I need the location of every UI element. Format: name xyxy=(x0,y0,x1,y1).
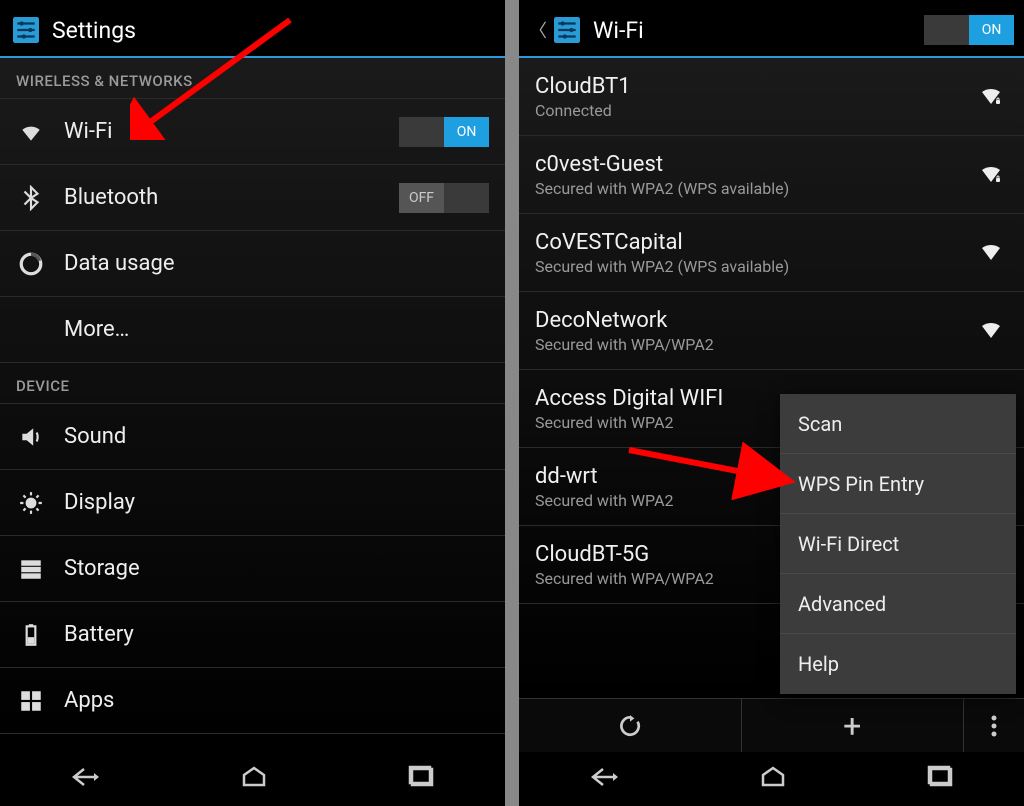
overflow-popup-menu: Scan WPS Pin Entry Wi-Fi Direct Advanced… xyxy=(780,394,1016,694)
bluetooth-toggle[interactable]: OFF xyxy=(399,183,489,213)
wifi-network-row[interactable]: CoVESTCapital Secured with WPA2 (WPS avai… xyxy=(519,214,1024,292)
wifi-ssid: dd-wrt xyxy=(535,464,598,489)
wifi-signal-icon xyxy=(978,162,1004,188)
wifi-title: Wi-Fi xyxy=(593,17,924,44)
settings-title: Settings xyxy=(52,17,495,44)
row-data-usage[interactable]: Data usage xyxy=(0,231,505,297)
nav-bar xyxy=(519,752,1024,806)
wifi-signal-icon xyxy=(978,84,1004,110)
wifi-status: Secured with WPA/WPA2 xyxy=(535,335,714,354)
battery-icon xyxy=(16,620,46,650)
nav-recent-button[interactable] xyxy=(927,765,955,793)
row-sound-label: Sound xyxy=(64,424,489,449)
nav-home-button[interactable] xyxy=(758,765,788,793)
wifi-status: Secured with WPA2 xyxy=(535,491,674,510)
data-usage-icon xyxy=(16,249,46,279)
menu-help[interactable]: Help xyxy=(780,634,1016,694)
bluetooth-icon xyxy=(16,183,46,213)
settings-screen: Settings Wireless & Networks Wi-Fi ON Bl… xyxy=(0,0,505,806)
apps-icon xyxy=(16,686,46,716)
wifi-status: Secured with WPA2 (WPS available) xyxy=(535,179,789,198)
wifi-ssid: DecoNetwork xyxy=(535,308,667,333)
settings-header: Settings xyxy=(0,4,505,58)
row-more-label: More… xyxy=(64,317,489,342)
nav-back-button[interactable] xyxy=(70,765,100,793)
row-sound[interactable]: Sound xyxy=(0,404,505,470)
wifi-icon xyxy=(16,117,46,147)
menu-wifi-direct[interactable]: Wi-Fi Direct xyxy=(780,514,1016,574)
display-icon xyxy=(16,488,46,518)
wifi-network-row[interactable]: DecoNetwork Secured with WPA/WPA2 xyxy=(519,292,1024,370)
row-apps[interactable]: Apps xyxy=(0,668,505,734)
wifi-screen: 〈 Wi-Fi ON CloudBT1 Connected c0vest-Guest… xyxy=(519,0,1024,806)
nav-recent-button[interactable] xyxy=(408,765,436,793)
wifi-toggle-label: ON xyxy=(444,117,489,147)
wifi-signal-icon xyxy=(978,240,1004,266)
overflow-menu-button[interactable] xyxy=(964,699,1024,752)
menu-advanced[interactable]: Advanced xyxy=(780,574,1016,634)
refresh-button[interactable] xyxy=(519,699,742,752)
wifi-network-row[interactable]: CloudBT1 Connected xyxy=(519,58,1024,136)
row-bluetooth-label: Bluetooth xyxy=(64,185,399,210)
wifi-status: Connected xyxy=(535,101,612,120)
wifi-action-bar: + xyxy=(519,698,1024,752)
wifi-status: Secured with WPA/WPA2 xyxy=(535,569,714,588)
wifi-master-toggle-label: ON xyxy=(969,15,1014,45)
menu-wps-pin[interactable]: WPS Pin Entry xyxy=(780,454,1016,514)
section-device: Device xyxy=(0,363,505,404)
wifi-status: Secured with WPA2 xyxy=(535,413,674,432)
storage-icon xyxy=(16,554,46,584)
back-caret-icon[interactable]: 〈 xyxy=(529,17,547,43)
wifi-ssid: CoVESTCapital xyxy=(535,230,683,255)
wifi-status: Secured with WPA2 (WPS available) xyxy=(535,257,789,276)
nav-back-button[interactable] xyxy=(589,765,619,793)
wifi-master-toggle[interactable]: ON xyxy=(924,15,1014,45)
settings-sliders-icon xyxy=(10,14,42,46)
wifi-ssid: c0vest-Guest xyxy=(535,152,663,177)
add-network-button[interactable]: + xyxy=(742,699,965,752)
wifi-ssid: Access Digital WIFI xyxy=(535,386,723,411)
bluetooth-toggle-label: OFF xyxy=(399,183,444,213)
menu-scan[interactable]: Scan xyxy=(780,394,1016,454)
wifi-signal-icon xyxy=(978,318,1004,344)
section-wireless: Wireless & Networks xyxy=(0,58,505,99)
row-apps-label: Apps xyxy=(64,688,489,713)
sound-icon xyxy=(16,422,46,452)
row-storage[interactable]: Storage xyxy=(0,536,505,602)
row-storage-label: Storage xyxy=(64,556,489,581)
row-more[interactable]: More… xyxy=(0,297,505,363)
row-wifi[interactable]: Wi-Fi ON xyxy=(0,99,505,165)
nav-home-button[interactable] xyxy=(239,765,269,793)
row-battery-label: Battery xyxy=(64,622,489,647)
row-display-label: Display xyxy=(64,490,489,515)
settings-list: Wireless & Networks Wi-Fi ON Bluetooth O… xyxy=(0,58,505,752)
wifi-ssid: CloudBT1 xyxy=(535,74,631,99)
wifi-header: 〈 Wi-Fi ON xyxy=(519,4,1024,58)
wifi-toggle[interactable]: ON xyxy=(399,117,489,147)
nav-bar xyxy=(0,752,505,806)
wifi-network-row[interactable]: c0vest-Guest Secured with WPA2 (WPS avail… xyxy=(519,136,1024,214)
row-battery[interactable]: Battery xyxy=(0,602,505,668)
settings-sliders-icon[interactable] xyxy=(551,14,583,46)
row-bluetooth[interactable]: Bluetooth OFF xyxy=(0,165,505,231)
row-data-usage-label: Data usage xyxy=(64,251,489,276)
row-display[interactable]: Display xyxy=(0,470,505,536)
row-wifi-label: Wi-Fi xyxy=(64,119,399,144)
wifi-ssid: CloudBT-5G xyxy=(535,542,649,567)
